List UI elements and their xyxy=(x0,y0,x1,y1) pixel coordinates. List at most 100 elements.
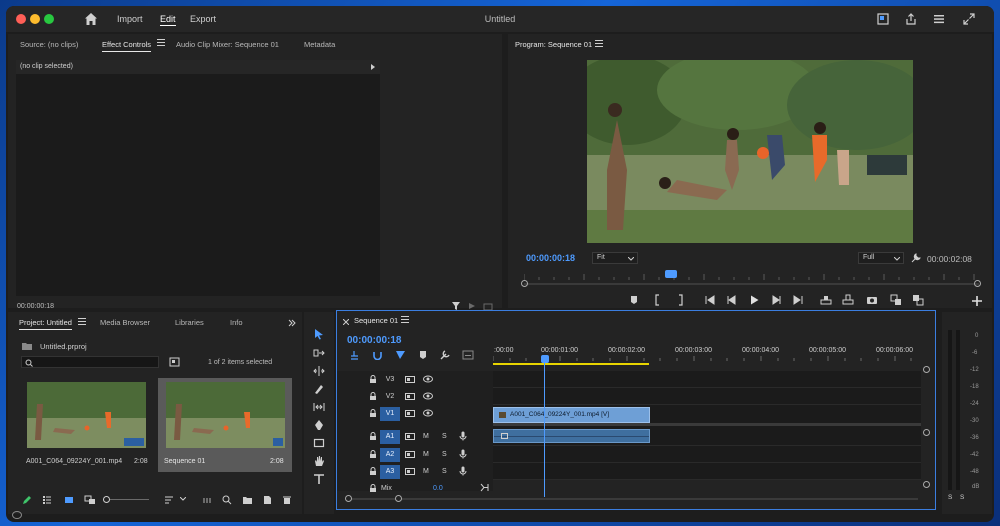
project-item-sequence[interactable]: Sequence 01 2:08 xyxy=(158,378,292,472)
lock-icon[interactable] xyxy=(369,375,377,384)
automate-to-sequence-icon[interactable] xyxy=(202,495,212,505)
toggle-sync-lock-icon[interactable] xyxy=(405,468,415,475)
zoom-handle-right[interactable] xyxy=(974,280,981,287)
more-panels-chevron-icon[interactable] xyxy=(288,319,296,327)
track-label-a3[interactable]: A3 xyxy=(380,465,400,479)
add-button-icon[interactable] xyxy=(971,295,983,307)
microphone-icon[interactable] xyxy=(459,449,467,459)
fit-select[interactable]: Fit xyxy=(592,252,638,264)
trash-icon[interactable] xyxy=(282,495,292,505)
solo-button[interactable]: S xyxy=(442,468,447,475)
track-a2-lane[interactable] xyxy=(493,446,921,463)
step-back-icon[interactable] xyxy=(726,294,738,306)
lock-icon[interactable] xyxy=(369,432,377,441)
track-a3-lane[interactable] xyxy=(493,463,921,480)
mix-value[interactable]: 0.0 xyxy=(433,485,443,492)
expand-arrow-icon[interactable] xyxy=(370,63,376,71)
extract-icon[interactable] xyxy=(842,294,854,306)
new-bin-from-search-icon[interactable] xyxy=(169,357,180,367)
add-marker-icon[interactable] xyxy=(628,294,640,306)
rectangle-tool-icon[interactable] xyxy=(313,437,325,449)
type-tool-icon[interactable] xyxy=(313,473,325,485)
program-current-time[interactable]: 00:00:00:18 xyxy=(526,253,575,263)
project-menu-icon[interactable] xyxy=(78,318,86,326)
status-cloud-icon[interactable] xyxy=(12,510,22,519)
project-item-clip[interactable]: A001_C064_09224Y_001.mp4 2:08 xyxy=(22,378,154,472)
sort-chevron-icon[interactable] xyxy=(180,497,186,501)
workspaces-icon[interactable] xyxy=(932,12,946,26)
captions-icon[interactable] xyxy=(462,350,474,360)
add-marker-timeline-icon[interactable] xyxy=(418,350,428,360)
eye-icon[interactable] xyxy=(423,375,433,383)
ripple-edit-tool-icon[interactable] xyxy=(313,365,325,377)
track-select-tool-icon[interactable] xyxy=(313,347,325,359)
hscroll-handle-left[interactable] xyxy=(345,495,352,502)
solo-button[interactable]: S xyxy=(442,433,447,440)
tab-effect-controls[interactable]: Effect Controls xyxy=(102,40,152,52)
zoom-bar[interactable] xyxy=(524,283,979,285)
step-forward-icon[interactable] xyxy=(770,294,782,306)
tab-project[interactable]: Project: Untitled xyxy=(19,318,72,330)
insert-icon[interactable] xyxy=(890,294,902,306)
track-label-a2[interactable]: A2 xyxy=(380,448,400,462)
tab-metadata[interactable]: Metadata xyxy=(304,40,335,49)
timeline-playhead-line[interactable] xyxy=(544,355,545,497)
razor-tool-icon[interactable] xyxy=(313,383,325,395)
solo-button[interactable]: S xyxy=(442,451,447,458)
go-to-out-icon[interactable] xyxy=(792,294,804,306)
toggle-sync-lock-icon[interactable] xyxy=(405,433,415,440)
go-to-end-icon[interactable] xyxy=(480,483,489,492)
program-time-ruler[interactable] xyxy=(523,274,979,282)
track-v2-lane[interactable] xyxy=(493,388,921,405)
timeline-settings-wrench-icon[interactable] xyxy=(440,350,450,360)
icon-view-icon[interactable] xyxy=(64,495,74,505)
tab-libraries[interactable]: Libraries xyxy=(175,318,204,327)
insert-nest-icon[interactable] xyxy=(349,350,360,360)
project-search-input[interactable] xyxy=(21,356,159,368)
effect-controls-menu-icon[interactable] xyxy=(157,39,165,47)
solo-right-button[interactable]: S xyxy=(960,494,964,501)
new-bin-icon[interactable] xyxy=(242,495,253,505)
lift-icon[interactable] xyxy=(820,294,832,306)
program-playhead[interactable] xyxy=(665,270,677,278)
mute-button[interactable]: M xyxy=(423,433,429,440)
track-v3-lane[interactable] xyxy=(493,371,921,388)
lock-icon[interactable] xyxy=(369,450,377,459)
timeline-tab-title[interactable]: Sequence 01 xyxy=(354,316,398,327)
mute-button[interactable]: M xyxy=(423,451,429,458)
fullscreen-icon[interactable] xyxy=(962,12,976,26)
vscroll-handle-bottom[interactable] xyxy=(923,481,930,488)
timeline-horizontal-scrollbar[interactable] xyxy=(348,498,918,500)
tab-audio-clip-mixer[interactable]: Audio Clip Mixer: Sequence 01 xyxy=(176,40,279,49)
linked-selection-icon[interactable] xyxy=(395,350,406,360)
microphone-icon[interactable] xyxy=(459,466,467,476)
solo-left-button[interactable]: S xyxy=(948,494,952,501)
sort-icon[interactable] xyxy=(164,495,174,505)
toggle-sync-lock-icon[interactable] xyxy=(405,451,415,458)
pencil-icon[interactable] xyxy=(22,495,32,505)
new-item-icon[interactable] xyxy=(262,495,272,505)
freeform-view-icon[interactable] xyxy=(84,495,96,505)
selection-tool-icon[interactable] xyxy=(313,328,325,340)
vscroll-handle-top[interactable] xyxy=(923,366,930,373)
quick-export-icon[interactable] xyxy=(876,12,890,26)
lock-icon[interactable] xyxy=(369,484,377,493)
export-frame-camera-icon[interactable] xyxy=(866,294,878,306)
mark-out-icon[interactable] xyxy=(674,294,686,306)
track-label-v1[interactable]: V1 xyxy=(380,407,400,421)
track-label-a1[interactable]: A1 xyxy=(380,430,400,444)
eye-icon[interactable] xyxy=(423,392,433,400)
list-view-icon[interactable] xyxy=(42,495,52,505)
hscroll-handle-right[interactable] xyxy=(395,495,402,502)
lock-icon[interactable] xyxy=(369,392,377,401)
pen-tool-icon[interactable] xyxy=(313,419,325,431)
hand-tool-icon[interactable] xyxy=(313,455,325,467)
tab-media-browser[interactable]: Media Browser xyxy=(100,318,150,327)
lock-icon[interactable] xyxy=(369,409,377,418)
toggle-sync-lock-icon[interactable] xyxy=(405,376,415,383)
thumbnail-size-handle[interactable] xyxy=(103,496,110,503)
timeline-ruler[interactable]: :00:00 00:00:01:00 00:00:02:00 00:00:03:… xyxy=(493,340,923,364)
go-to-in-icon[interactable] xyxy=(704,294,716,306)
vscroll-handle-mid[interactable] xyxy=(923,429,930,436)
quality-select[interactable]: Full xyxy=(858,252,904,264)
